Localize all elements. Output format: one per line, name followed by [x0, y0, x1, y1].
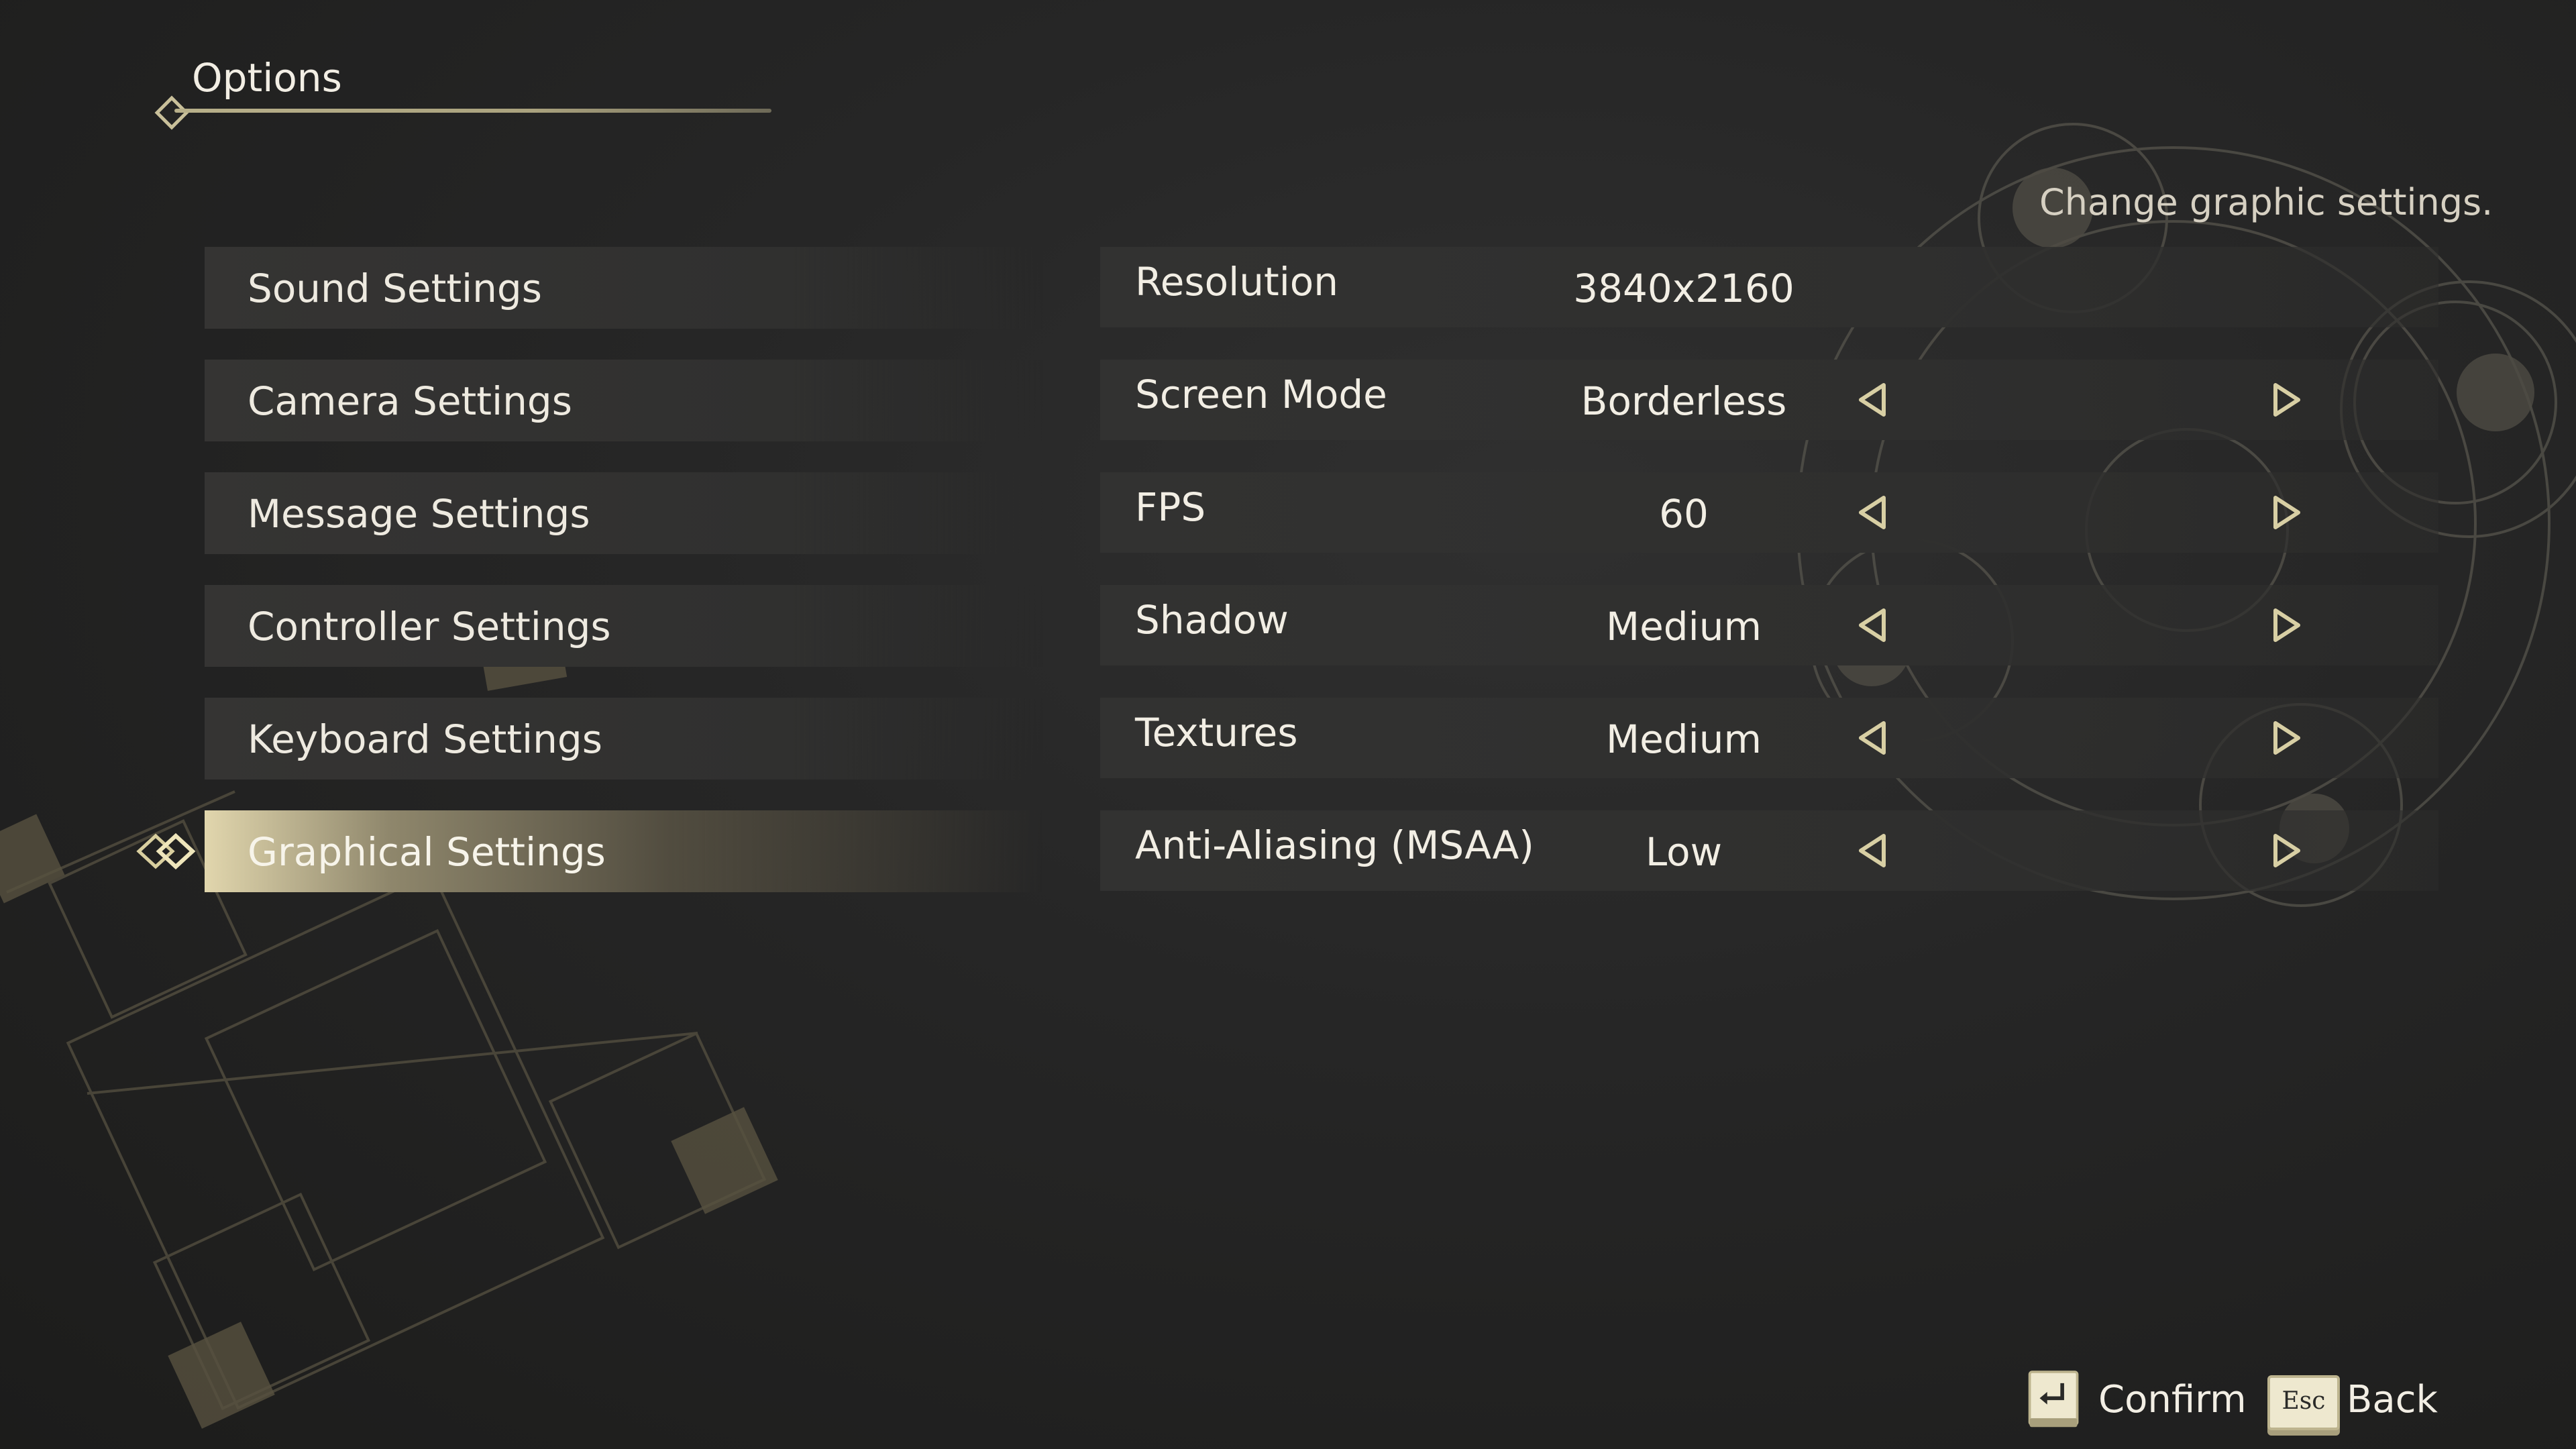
confirm-hint[interactable]: Confirm	[2026, 1368, 2247, 1436]
setting-row-resolution[interactable]: Resolution 3840x2160	[1100, 247, 2438, 327]
setting-name: Resolution	[1135, 259, 1339, 305]
triangle-right-icon[interactable]	[2267, 380, 2308, 420]
menu-item-label: Keyboard Settings	[248, 716, 602, 762]
setting-value: Low	[1645, 829, 1723, 875]
back-label: Back	[2347, 1378, 2438, 1421]
menu-item-message-settings[interactable]: Message Settings	[205, 472, 1043, 554]
setting-value: Medium	[1606, 604, 1762, 649]
setting-value: 3840x2160	[1573, 266, 1794, 311]
menu-item-keyboard-settings[interactable]: Keyboard Settings	[205, 698, 1043, 780]
settings-category-menu: Sound Settings Camera Settings Message S…	[136, 247, 1043, 923]
setting-row-screen-mode[interactable]: Screen Mode Borderless	[1100, 360, 2438, 440]
setting-row-fps[interactable]: FPS 60	[1100, 472, 2438, 553]
setting-row-anti-aliasing[interactable]: Anti-Aliasing (MSAA) Low	[1100, 810, 2438, 891]
options-header: Options	[154, 47, 798, 130]
setting-row-shadow[interactable]: Shadow Medium	[1100, 585, 2438, 665]
page-title: Options	[192, 55, 342, 101]
setting-name: Screen Mode	[1135, 372, 1387, 417]
setting-value: Medium	[1606, 716, 1762, 762]
triangle-right-icon[interactable]	[2267, 718, 2308, 758]
esc-key-icon: Esc	[2267, 1375, 2340, 1430]
menu-item-sound-settings[interactable]: Sound Settings	[205, 247, 1043, 329]
enter-key-icon	[2028, 1371, 2079, 1428]
back-hint[interactable]: Esc Back	[2267, 1368, 2442, 1436]
setting-name: Anti-Aliasing (MSAA)	[1135, 822, 1534, 868]
setting-name: FPS	[1135, 484, 1206, 530]
menu-item-graphical-settings[interactable]: Graphical Settings	[136, 810, 1043, 892]
setting-name: Shadow	[1135, 597, 1289, 643]
graphical-settings-list: Resolution 3840x2160 Screen Mode Borderl…	[1100, 247, 2438, 923]
menu-item-camera-settings[interactable]: Camera Settings	[205, 360, 1043, 441]
header-diamond-icon	[154, 95, 189, 130]
triangle-right-icon[interactable]	[2267, 492, 2308, 533]
menu-item-label: Graphical Settings	[248, 829, 606, 875]
triangle-right-icon[interactable]	[2267, 605, 2308, 645]
menu-item-label: Message Settings	[248, 491, 590, 537]
header-divider	[174, 109, 771, 113]
menu-item-label: Controller Settings	[248, 604, 611, 649]
triangle-right-icon[interactable]	[2267, 830, 2308, 871]
selection-marker-icon	[136, 833, 196, 870]
setting-value: Borderless	[1580, 378, 1787, 424]
hint-text: Change graphic settings.	[2039, 181, 2493, 223]
setting-name: Textures	[1135, 710, 1298, 755]
confirm-label: Confirm	[2098, 1378, 2247, 1421]
setting-value: 60	[1659, 491, 1709, 537]
setting-row-textures[interactable]: Textures Medium	[1100, 698, 2438, 778]
esc-key-label: Esc	[2282, 1387, 2326, 1415]
menu-item-controller-settings[interactable]: Controller Settings	[205, 585, 1043, 667]
menu-item-label: Sound Settings	[248, 266, 542, 311]
menu-item-label: Camera Settings	[248, 378, 572, 424]
